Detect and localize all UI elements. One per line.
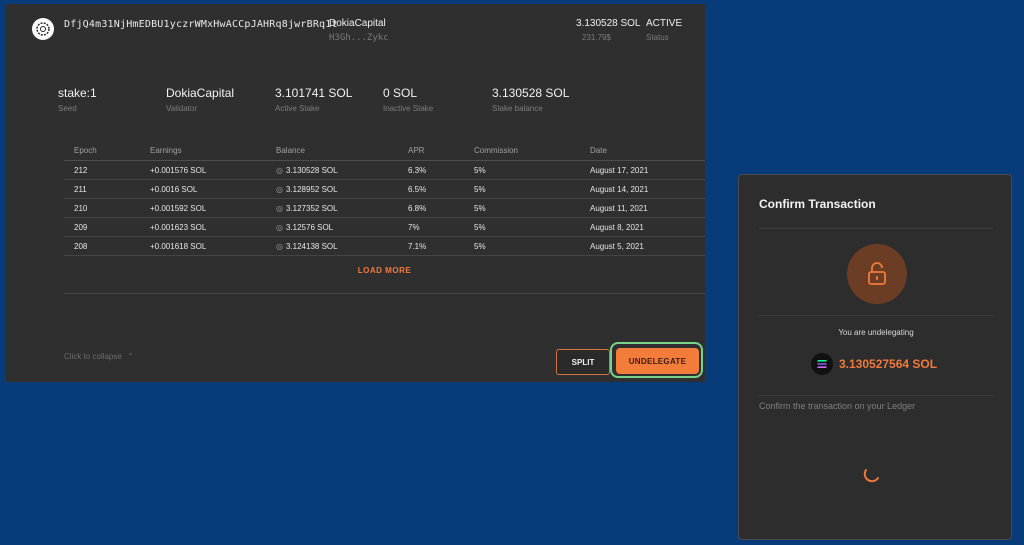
epoch-cell: 209	[64, 217, 140, 237]
balance-cell: ◎ 3.12576 SOL	[266, 217, 398, 237]
apr-cell: 6.5%	[398, 179, 464, 199]
stake-amount-usd: 231.79$	[582, 33, 611, 42]
balance-value: 3.128952 SOL	[285, 184, 338, 194]
undelegating-label: You are undelegating	[838, 328, 914, 337]
column-header: Epoch	[64, 140, 140, 161]
solana-icon	[811, 353, 833, 375]
column-header: Commission	[464, 140, 580, 161]
table-row: 212 +0.001576 SOL ◎ 3.130528 SOL 6.3% 5% …	[64, 160, 705, 180]
earnings-cell: +0.0016 SOL	[140, 179, 266, 199]
epoch-cell: 208	[64, 236, 140, 256]
loading-spinner-icon	[863, 469, 879, 483]
commission-cell: 5%	[464, 217, 580, 237]
earnings-cell: +0.001592 SOL	[140, 198, 266, 218]
validator-short-address: H3Gh...Zykc	[329, 33, 389, 43]
balance-cell: ◎ 3.128952 SOL	[266, 179, 398, 199]
table-row: 210 +0.001592 SOL ◎ 3.127352 SOL 6.8% 5% …	[64, 198, 705, 218]
epoch-rewards-table: Epoch Earnings Balance APR Commission Da…	[64, 140, 705, 256]
sol-coin-icon: ◎	[276, 222, 283, 232]
earnings-cell: +0.001576 SOL	[140, 160, 266, 180]
stat-value: 0 SOL	[383, 86, 418, 100]
undelegate-amount: 3.130527564 SOL	[839, 357, 938, 371]
stat-label: Validator	[166, 104, 197, 113]
balance-value: 3.130528 SOL	[285, 165, 338, 175]
stake-account-panel: DfjQ4m31NjHmEDBU1yczrWMxHwACCpJAHRq8jwrB…	[6, 4, 705, 382]
table-row: 208 +0.001618 SOL ◎ 3.124138 SOL 7.1% 5% …	[64, 236, 705, 256]
divider	[759, 228, 993, 229]
apr-cell: 6.3%	[398, 160, 464, 180]
apr-cell: 7%	[398, 217, 464, 237]
balance-value: 3.12576 SOL	[285, 222, 334, 232]
column-header: Earnings	[140, 140, 266, 161]
stake-amount: 3.130528 SOL	[576, 18, 641, 29]
commission-cell: 5%	[464, 236, 580, 256]
apr-cell: 6.8%	[398, 198, 464, 218]
modal-title: Confirm Transaction	[759, 197, 876, 211]
table-header-row: Epoch Earnings Balance APR Commission Da…	[64, 140, 705, 161]
table-row: 209 +0.001623 SOL ◎ 3.12576 SOL 7% 5% Aug…	[64, 217, 705, 237]
earnings-cell: +0.001618 SOL	[140, 236, 266, 256]
balance-cell: ◎ 3.130528 SOL	[266, 160, 398, 180]
collapse-toggle[interactable]: Click to collapse ⌃	[64, 352, 134, 361]
sol-coin-icon: ◎	[276, 165, 283, 175]
stat-label: Active Stake	[275, 104, 320, 113]
balance-cell: ◎ 3.127352 SOL	[266, 198, 398, 218]
balance-value: 3.124138 SOL	[285, 241, 338, 251]
status-label: Status	[646, 33, 669, 42]
sol-coin-icon: ◎	[276, 241, 283, 251]
stat-inactive-stake: 0 SOL Inactive Stake	[383, 86, 433, 113]
divider	[759, 315, 993, 316]
stat-value: stake:1	[58, 86, 97, 100]
stat-label: Inactive Stake	[383, 104, 434, 113]
collapse-label: Click to collapse	[64, 352, 122, 361]
column-header: APR	[398, 140, 464, 161]
stat-value: 3.130528 SOL	[492, 86, 570, 100]
column-header: Balance	[266, 140, 398, 161]
column-header: Date	[580, 140, 705, 161]
date-cell: August 8, 2021	[580, 217, 705, 237]
balance-cell: ◎ 3.124138 SOL	[266, 236, 398, 256]
stat-stake-balance: 3.130528 SOL Stake balance	[492, 86, 569, 113]
chevron-up-icon: ⌃	[127, 352, 134, 361]
stat-validator: DokiaCapital Validator	[166, 86, 234, 113]
apr-cell: 7.1%	[398, 236, 464, 256]
commission-cell: 5%	[464, 179, 580, 199]
commission-cell: 5%	[464, 198, 580, 218]
epoch-cell: 212	[64, 160, 140, 180]
date-cell: August 5, 2021	[580, 236, 705, 256]
stat-active-stake: 3.101741 SOL Active Stake	[275, 86, 352, 113]
status-badge: ACTIVE	[646, 18, 683, 29]
epoch-cell: 211	[64, 179, 140, 199]
sol-coin-icon: ◎	[276, 203, 283, 213]
earnings-cell: +0.001623 SOL	[140, 217, 266, 237]
split-button[interactable]: SPLIT	[556, 349, 610, 375]
stat-value: DokiaCapital	[166, 86, 235, 100]
date-cell: August 11, 2021	[580, 198, 705, 218]
commission-cell: 5%	[464, 160, 580, 180]
undelegate-button[interactable]: UNDELEGATE	[616, 348, 699, 374]
validator-name: DokiaCapital	[329, 18, 386, 29]
divider	[759, 395, 993, 396]
sol-coin-icon: ◎	[276, 184, 283, 194]
validator-logo-icon	[32, 18, 54, 40]
stat-label: Seed	[58, 104, 77, 113]
stat-value: 3.101741 SOL	[275, 86, 353, 100]
unlock-icon	[847, 244, 907, 304]
table-row: 211 +0.0016 SOL ◎ 3.128952 SOL 6.5% 5% Au…	[64, 179, 705, 199]
stat-seed: stake:1 Seed	[58, 86, 97, 113]
load-more-button[interactable]: LOAD MORE	[64, 266, 705, 275]
stake-address: DfjQ4m31NjHmEDBU1yczrWMxHwACCpJAHRq8jwrB…	[64, 19, 338, 30]
ledger-instruction: Confirm the transaction on your Ledger	[759, 401, 916, 411]
stat-label: Stake balance	[492, 104, 543, 113]
balance-value: 3.127352 SOL	[285, 203, 338, 213]
confirm-transaction-modal: Confirm Transaction You are undelegating…	[738, 174, 1012, 540]
epoch-cell: 210	[64, 198, 140, 218]
date-cell: August 17, 2021	[580, 160, 705, 180]
date-cell: August 14, 2021	[580, 179, 705, 199]
divider	[64, 293, 705, 294]
